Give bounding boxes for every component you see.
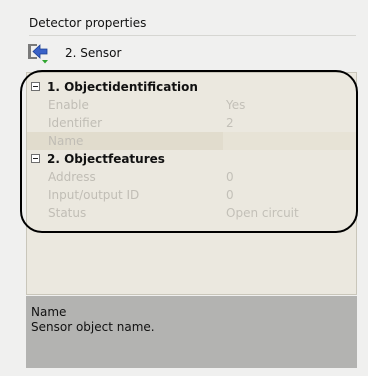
- property-row-address[interactable]: Address 0: [27, 168, 356, 186]
- sensor-exit-icon: [27, 42, 49, 64]
- property-value[interactable]: Open circuit: [226, 204, 299, 222]
- property-name: Name: [48, 134, 84, 148]
- property-row-enable[interactable]: Enable Yes: [27, 96, 356, 114]
- description-pane: Name Sensor object name.: [26, 296, 357, 368]
- property-name: Enable: [48, 98, 89, 112]
- property-name: Address: [48, 170, 96, 184]
- property-name: Input/output ID: [48, 188, 140, 202]
- description-title: Name: [31, 305, 67, 319]
- property-value[interactable]: 0: [226, 186, 234, 204]
- property-name: Identifier: [48, 116, 103, 130]
- panel-title: Detector properties: [29, 16, 147, 30]
- property-row-io-id[interactable]: Input/output ID 0: [27, 186, 356, 204]
- category-label: 1. Objectidentification: [47, 80, 198, 94]
- title-divider: [29, 35, 356, 36]
- category-label: 2. Objectfeatures: [47, 152, 165, 166]
- description-text: Sensor object name.: [31, 320, 155, 334]
- property-value[interactable]: Yes: [226, 96, 245, 114]
- grid-empty-area: [27, 235, 356, 294]
- property-row-status[interactable]: Status Open circuit: [27, 204, 356, 222]
- property-name: Status: [48, 206, 87, 220]
- collapse-icon[interactable]: [31, 154, 40, 163]
- property-grid: 1. Objectidentification Enable Yes Ident…: [26, 72, 357, 295]
- category-object-identification[interactable]: 1. Objectidentification: [27, 78, 356, 96]
- property-value[interactable]: 2: [226, 114, 234, 132]
- collapse-icon[interactable]: [31, 82, 40, 91]
- object-label: 2. Sensor: [65, 46, 122, 60]
- category-object-features[interactable]: 2. Objectfeatures: [27, 150, 356, 168]
- property-row-name[interactable]: Name: [27, 132, 356, 150]
- property-row-identifier[interactable]: Identifier 2: [27, 114, 356, 132]
- object-header: 2. Sensor: [27, 42, 121, 64]
- property-value[interactable]: 0: [226, 168, 234, 186]
